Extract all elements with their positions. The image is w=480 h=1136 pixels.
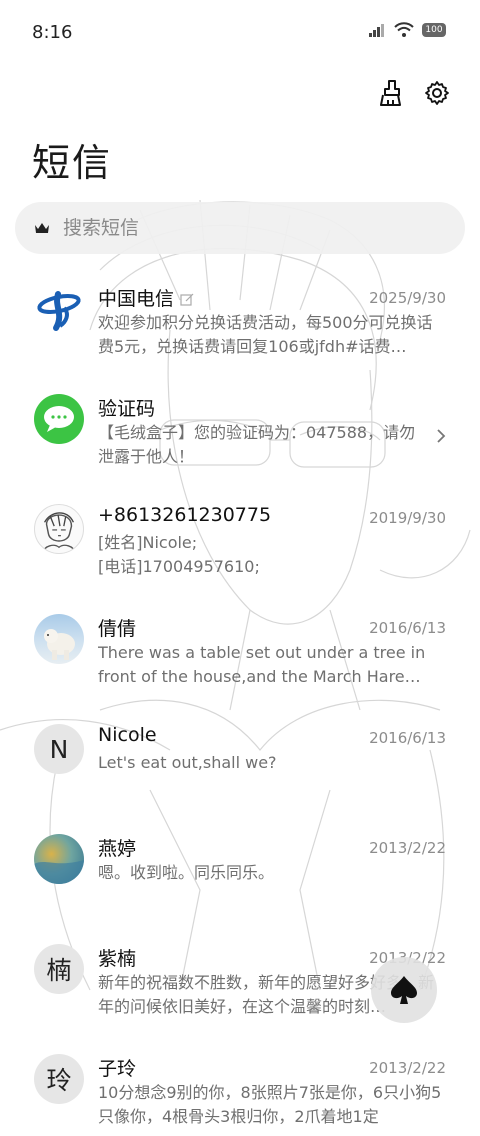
avatar: N xyxy=(34,724,84,774)
avatar: 楠 xyxy=(34,944,84,994)
message-preview: There was a table set out under a tree i… xyxy=(98,643,426,686)
conversation-item[interactable]: +8613261230775 2019/9/30 [姓名]Nicole; [电话… xyxy=(0,496,480,606)
contact-name: 中国电信 xyxy=(98,284,194,311)
edit-icon xyxy=(180,293,194,306)
signal-icon xyxy=(369,24,384,37)
polar-bear-photo xyxy=(44,629,75,660)
clean-button[interactable] xyxy=(376,78,406,108)
battery-icon: 100 xyxy=(422,23,446,37)
search-input[interactable] xyxy=(61,216,425,240)
spade-icon xyxy=(391,976,417,1004)
message-date: 2025/9/30 xyxy=(369,289,446,307)
wifi-icon xyxy=(394,22,414,37)
status-bar: 8:16 100 xyxy=(0,0,480,60)
conversation-item[interactable]: 中国电信 2025/9/30 欢迎参加积分兑换话费活动，每500分可兑换话费5元… xyxy=(0,276,480,386)
message-date: 2013/2/22 xyxy=(369,1059,446,1077)
new-message-button[interactable] xyxy=(371,957,437,1023)
toolbar xyxy=(376,78,452,108)
avatar xyxy=(34,614,84,664)
conversation-item[interactable]: 玲 子玲 2013/2/22 10分想念9别的你，8张照片7张是你，6只小狗5只… xyxy=(0,1046,480,1136)
contact-name: 紫楠 xyxy=(98,948,137,970)
broom-icon xyxy=(380,80,401,106)
contact-name: +8613261230775 xyxy=(98,504,272,526)
message-preview: 嗯。收到啦。同乐同乐。 xyxy=(98,863,275,882)
avatar: 玲 xyxy=(34,1054,84,1104)
message-date: 2016/6/13 xyxy=(369,729,446,747)
message-preview: [姓名]Nicole; [电话]17004957610; xyxy=(98,533,260,576)
contact-name: 燕婷 xyxy=(98,838,137,860)
search-bar[interactable] xyxy=(15,202,465,254)
settings-button[interactable] xyxy=(422,78,452,108)
contact-name: 验证码 xyxy=(98,398,156,420)
battery-level: 100 xyxy=(425,25,443,35)
message-date: 2019/9/30 xyxy=(369,509,446,527)
contact-name: 子玲 xyxy=(98,1058,137,1080)
avatar xyxy=(34,284,84,334)
avatar xyxy=(34,504,84,554)
ocean-photo xyxy=(34,860,84,884)
message-preview: Let's eat out,shall we? xyxy=(98,753,277,772)
crown-icon xyxy=(35,223,49,233)
conversation-item[interactable]: 燕婷 2013/2/22 嗯。收到啦。同乐同乐。 xyxy=(0,826,480,936)
china-telecom-logo xyxy=(35,285,83,333)
message-date: 2016/6/13 xyxy=(369,619,446,637)
chevron-right-icon[interactable] xyxy=(436,428,446,444)
status-time: 8:16 xyxy=(32,22,73,43)
message-bubble-icon xyxy=(44,406,74,432)
conversation-item[interactable]: N Nicole 2016/6/13 Let's eat out,shall w… xyxy=(0,716,480,826)
message-preview: 10分想念9别的你，8张照片7张是你，6只小狗5只像你，4根骨头3根归你，2爪着… xyxy=(98,1083,442,1126)
avatar xyxy=(34,394,84,444)
message-preview: 【毛绒盒子】您的验证码为：047588，请勿泄露于他人！ xyxy=(98,423,416,466)
contact-name: Nicole xyxy=(98,724,157,746)
contact-name: 倩倩 xyxy=(98,618,137,640)
page-title: 短信 xyxy=(32,141,113,185)
message-date: 2013/2/22 xyxy=(369,839,446,857)
gear-icon xyxy=(425,81,449,105)
message-preview: 欢迎参加积分兑换话费活动，每500分可兑换话费5元，兑换话费请回复106或jfd… xyxy=(98,313,433,356)
conversation-item[interactable]: 验证码 【毛绒盒子】您的验证码为：047588，请勿泄露于他人！ xyxy=(0,386,480,496)
conversation-item[interactable]: 倩倩 2016/6/13 There was a table set out u… xyxy=(0,606,480,716)
anime-portrait xyxy=(42,512,76,553)
avatar xyxy=(34,834,84,884)
